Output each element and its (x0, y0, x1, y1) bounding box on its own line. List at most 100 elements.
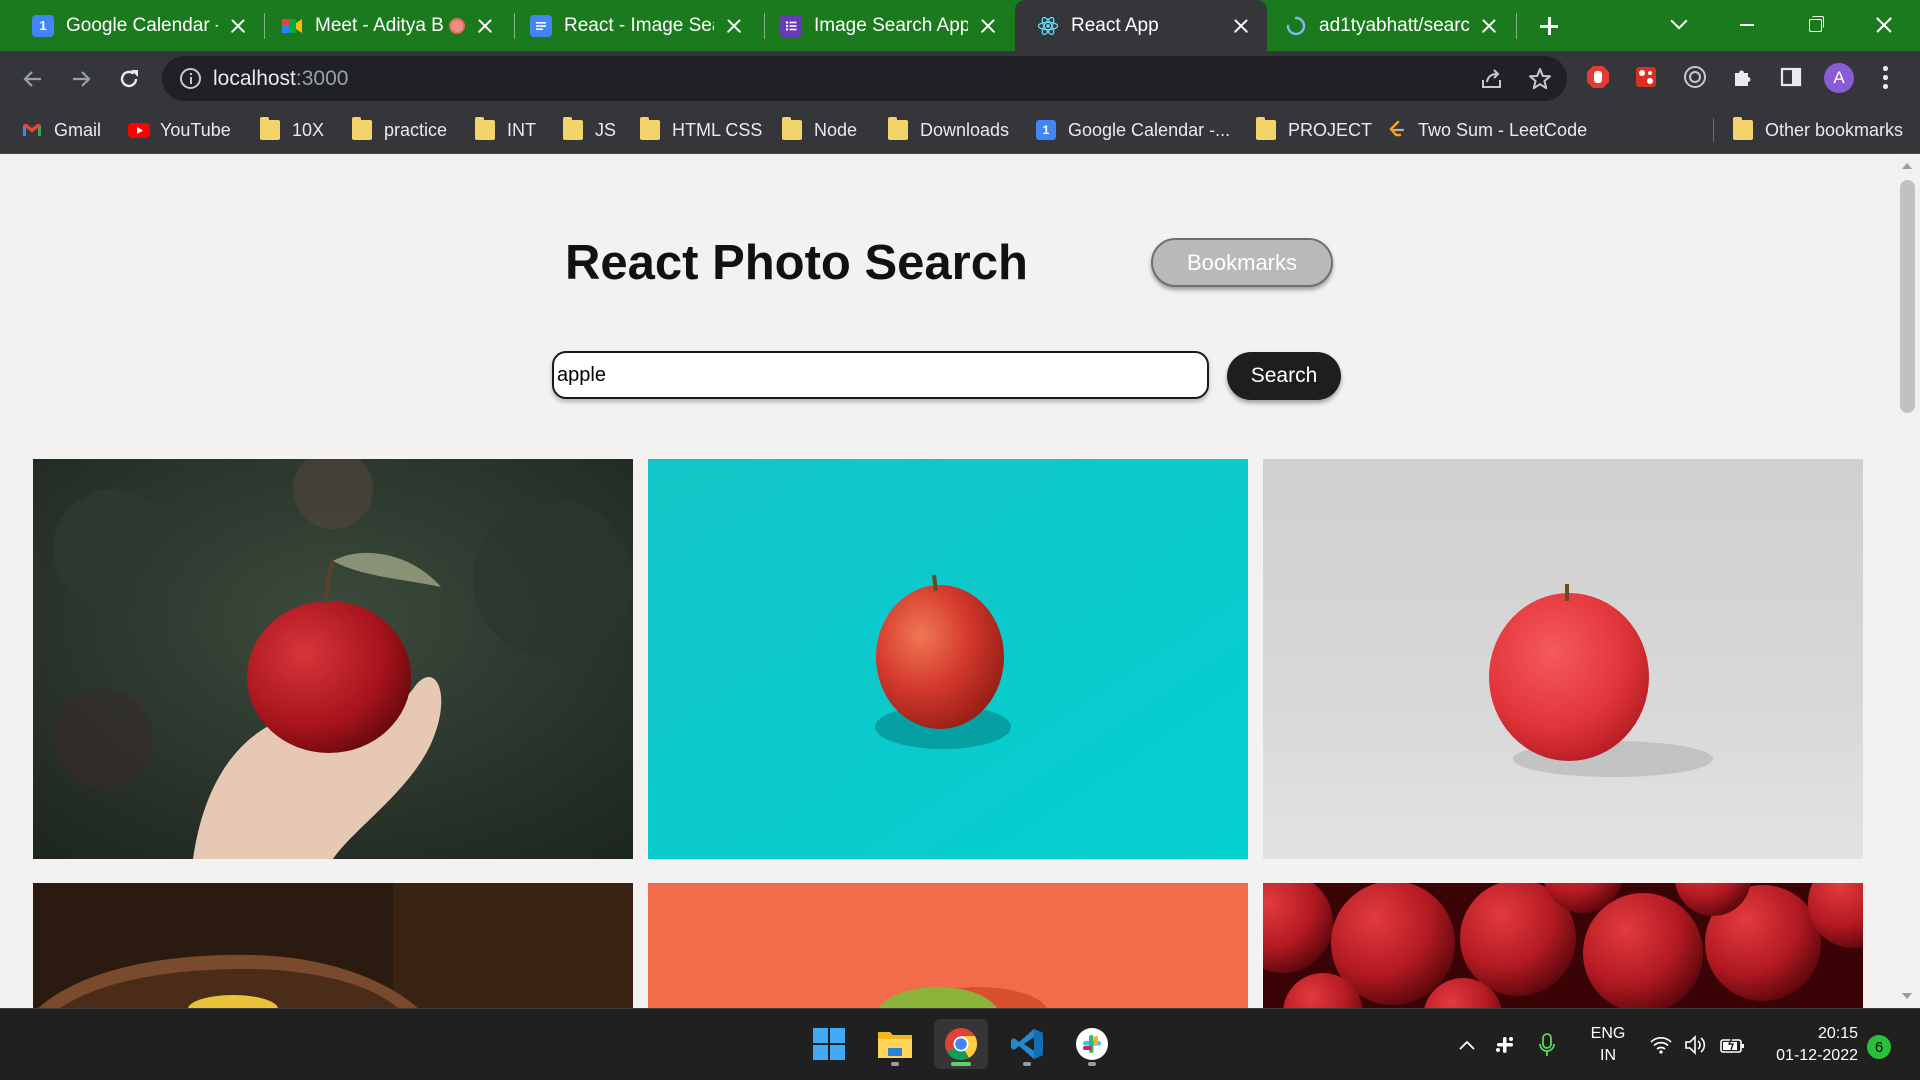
search-button[interactable]: Search (1227, 352, 1341, 400)
tab-react-app[interactable]: React App (1015, 0, 1267, 51)
tray-microphone-button[interactable] (1538, 1009, 1556, 1080)
tab-meet[interactable]: Meet - Aditya B (259, 0, 511, 51)
bookmark-folder-html-css[interactable]: HTML CSS (640, 116, 762, 144)
tray-slack-button[interactable] (1494, 1009, 1516, 1080)
minimize-button[interactable] (1732, 12, 1762, 38)
bookmark-folder-project[interactable]: PROJECT (1256, 116, 1372, 144)
page-content: React Photo Search Bookmarks Search (0, 155, 1895, 1008)
bookmark-folder-node[interactable]: Node (782, 116, 857, 144)
extension-adblock-icon[interactable] (1584, 63, 1612, 91)
bookmark-leetcode[interactable]: Two Sum - LeetCode (1386, 116, 1587, 144)
chevron-up-icon (1459, 1040, 1475, 1050)
bookmark-folder-js[interactable]: JS (563, 116, 616, 144)
tab-title: React App (1071, 14, 1159, 36)
close-icon[interactable] (226, 14, 250, 38)
search-input[interactable] (552, 351, 1209, 399)
bookmark-label: practice (384, 119, 448, 140)
google-forms-icon (780, 14, 802, 37)
tab-github-repo[interactable]: ad1tyabhatt/search (1263, 0, 1515, 51)
show-hidden-icons-button[interactable] (1458, 1009, 1476, 1080)
photo-card[interactable] (1263, 883, 1863, 1008)
photo-card[interactable] (33, 883, 633, 1008)
extensions-puzzle-icon[interactable] (1729, 63, 1757, 91)
extension-puzzle-red-icon[interactable] (1632, 63, 1660, 91)
bookmark-folder-int[interactable]: INT (475, 116, 536, 144)
bookmark-label: Node (814, 119, 858, 140)
browser-toolbar: localhost:3000 A (0, 51, 1920, 106)
bookmark-label: JS (595, 119, 617, 140)
tab-image-search-app[interactable]: Image Search App (758, 0, 1014, 51)
bookmark-google-calendar[interactable]: 1 Google Calendar -... (1036, 116, 1230, 144)
close-icon[interactable] (722, 14, 746, 38)
browser-tab-strip: 1 Google Calendar - I Meet - Aditya B Re… (0, 0, 1920, 51)
battery-charging-icon (1720, 1035, 1744, 1053)
notification-badge[interactable]: 6 (1867, 1035, 1891, 1059)
bookmark-folder-practice[interactable]: practice (352, 116, 447, 144)
close-icon[interactable] (976, 14, 1000, 38)
bookmark-folder-downloads[interactable]: Downloads (888, 116, 1009, 144)
back-button[interactable] (17, 63, 49, 95)
tray-wifi-button[interactable] (1650, 1009, 1672, 1080)
page-scrollbar[interactable] (1895, 155, 1920, 1008)
window-close-button[interactable] (1870, 12, 1900, 38)
close-icon[interactable] (1477, 14, 1501, 38)
photo-apple-turquoise (648, 459, 1248, 859)
bookmark-youtube[interactable]: YouTube (128, 116, 231, 144)
url-port: :3000 (295, 67, 349, 90)
photo-card[interactable] (648, 459, 1248, 859)
bookmarks-button[interactable]: Bookmarks (1151, 238, 1333, 287)
photo-red-apples-pile (1263, 883, 1863, 1008)
chrome-icon (945, 1028, 978, 1061)
scroll-up-arrow-icon[interactable] (1902, 163, 1912, 169)
extension-record-icon[interactable] (1681, 63, 1709, 91)
tray-volume-button[interactable] (1685, 1009, 1707, 1080)
tab-search-chevron-icon[interactable] (1665, 12, 1695, 38)
close-icon[interactable] (473, 14, 497, 38)
input-language-indicator[interactable]: ENG IN (1588, 1023, 1628, 1067)
vscode-taskbar-button[interactable] (1000, 1019, 1054, 1069)
tab-react-image-search-doc[interactable]: React - Image Searc (508, 0, 760, 51)
google-calendar-icon: 1 (32, 14, 54, 37)
bookmark-other-bookmarks[interactable]: Other bookmarks (1733, 116, 1903, 144)
slack-tray-icon (1496, 1037, 1513, 1053)
address-bar[interactable]: localhost:3000 (162, 56, 1567, 101)
scroll-thumb[interactable] (1900, 180, 1915, 413)
bookmark-label: Downloads (920, 119, 1010, 140)
photo-card[interactable] (1263, 459, 1863, 859)
running-indicator (1023, 1062, 1031, 1066)
running-indicator (891, 1062, 899, 1066)
scroll-down-arrow-icon[interactable] (1902, 993, 1912, 999)
file-explorer-button[interactable] (868, 1019, 922, 1069)
recording-icon (449, 17, 465, 34)
tab-google-calendar[interactable]: 1 Google Calendar - I (10, 0, 264, 51)
bookmark-folder-10x[interactable]: 10X (260, 116, 324, 144)
more-menu-icon[interactable] (1880, 66, 1890, 90)
bookmark-gmail[interactable]: Gmail (22, 116, 101, 144)
bookmark-star-icon[interactable] (1527, 66, 1553, 92)
clock-date: 01-12-2022 (1776, 1047, 1858, 1064)
photo-green-apple-orange (648, 883, 1248, 1008)
reload-button[interactable] (113, 63, 145, 95)
new-tab-button[interactable] (1535, 12, 1563, 40)
windows-start-button[interactable] (802, 1019, 856, 1069)
share-icon[interactable] (1479, 66, 1505, 92)
tray-battery-button[interactable] (1720, 1009, 1746, 1080)
photo-card[interactable] (648, 883, 1248, 1008)
site-info-icon[interactable] (180, 68, 201, 89)
react-icon (1037, 15, 1059, 37)
wifi-icon (1650, 1036, 1672, 1054)
loading-spinner-icon (1285, 15, 1307, 37)
profile-avatar[interactable]: A (1824, 63, 1854, 93)
microphone-icon (1539, 1033, 1555, 1056)
bookmark-label: YouTube (160, 119, 231, 140)
restore-button[interactable] (1801, 12, 1831, 38)
chrome-taskbar-button[interactable] (934, 1019, 988, 1069)
slack-taskbar-button[interactable] (1065, 1019, 1119, 1069)
bookmark-label: Two Sum - LeetCode (1418, 119, 1588, 140)
close-icon[interactable] (1229, 14, 1253, 38)
photo-card[interactable] (33, 459, 633, 859)
leetcode-icon (1386, 120, 1406, 140)
side-panel-icon[interactable] (1777, 63, 1805, 91)
system-clock[interactable]: 20:15 01-12-2022 (1762, 1023, 1858, 1067)
forward-button[interactable] (65, 63, 97, 95)
